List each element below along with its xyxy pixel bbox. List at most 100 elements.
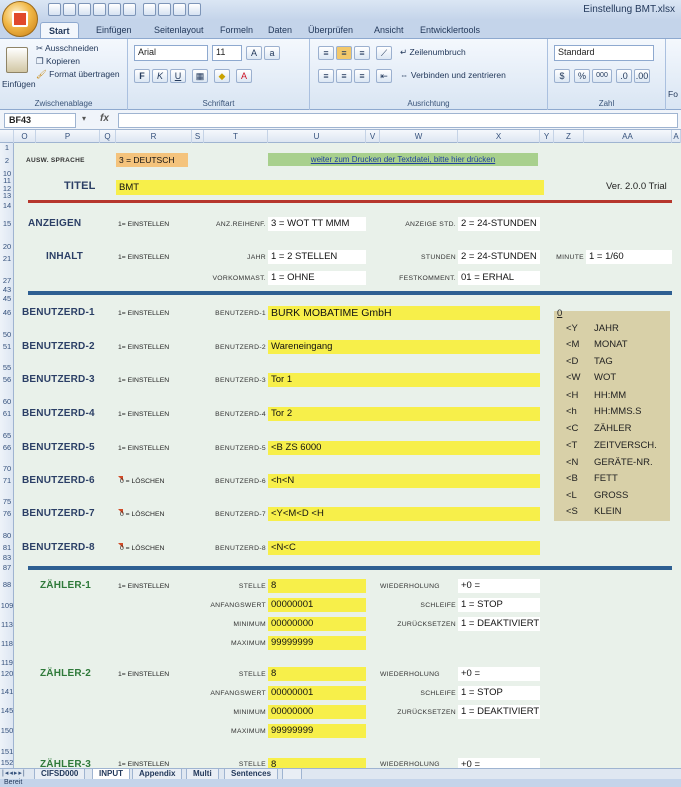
- benutzer-mode[interactable]: 0 = LÖSCHEN: [120, 545, 164, 552]
- festkomma-value[interactable]: 01 = ERHAL: [458, 271, 540, 285]
- language-select[interactable]: 3 = DEUTSCH: [116, 153, 188, 167]
- row-header[interactable]: 71: [0, 476, 14, 485]
- increase-decimal-icon[interactable]: .00: [634, 69, 650, 83]
- tab-ansicht[interactable]: Ansicht: [366, 22, 412, 38]
- row-header[interactable]: 21: [0, 254, 14, 263]
- row-header[interactable]: 1: [0, 143, 14, 152]
- row-header[interactable]: 151: [0, 747, 14, 756]
- font-name-select[interactable]: Arial: [134, 45, 208, 61]
- name-box[interactable]: BF43: [4, 113, 76, 128]
- minimum-value[interactable]: 00000000: [268, 617, 366, 631]
- benutzer-mode[interactable]: 1= EINSTELLEN: [118, 344, 169, 351]
- font-size-select[interactable]: 11: [212, 45, 242, 61]
- column-header[interactable]: S: [192, 130, 204, 143]
- name-box-dropdown-icon[interactable]: ▾: [82, 114, 86, 123]
- anzeige-std-value[interactable]: 2 = 24-STUNDEN: [458, 217, 540, 231]
- column-header[interactable]: P: [36, 130, 100, 143]
- minimum-value[interactable]: 00000000: [268, 705, 366, 719]
- align-right-icon[interactable]: ≡: [354, 69, 370, 83]
- align-top-icon[interactable]: ≡: [318, 46, 334, 60]
- reihenfolge-value[interactable]: 3 = WOT TT MMM: [268, 217, 366, 231]
- row-header[interactable]: 83: [0, 553, 14, 562]
- format-painter-button[interactable]: 🖌 Format übertragen: [36, 69, 120, 80]
- row-header[interactable]: 81: [0, 543, 14, 552]
- row-header[interactable]: 109: [0, 601, 14, 610]
- percent-button[interactable]: %: [574, 69, 590, 83]
- row-header[interactable]: 50: [0, 330, 14, 339]
- number-format-select[interactable]: Standard: [554, 45, 654, 61]
- print-link[interactable]: weiter zum Drucken der Textdatei, bitte …: [268, 153, 538, 166]
- column-header[interactable]: U: [268, 130, 366, 143]
- schleife-value[interactable]: 1 = STOP: [458, 686, 540, 700]
- anzeigen-mode[interactable]: 1= EINSTELLEN: [118, 221, 169, 228]
- grow-font-icon[interactable]: A: [246, 46, 262, 60]
- align-left-icon[interactable]: ≡: [318, 69, 334, 83]
- row-header[interactable]: 13: [0, 191, 14, 200]
- column-header[interactable]: R: [116, 130, 192, 143]
- inhalt-mode[interactable]: 1= EINSTELLEN: [118, 254, 169, 261]
- benutzer-value[interactable]: Wareneingang: [268, 340, 540, 354]
- paste-button[interactable]: Einfügen: [2, 79, 36, 89]
- row-header[interactable]: 118: [0, 639, 14, 648]
- row-header[interactable]: 152: [0, 758, 14, 767]
- row-header[interactable]: 65: [0, 431, 14, 440]
- tab-entwicklertools[interactable]: Entwicklertools: [412, 22, 488, 38]
- wiederholung-value[interactable]: +0 =: [458, 579, 540, 593]
- wiederholung-value[interactable]: +0 =: [458, 758, 540, 768]
- qat-save-icon[interactable]: [78, 3, 91, 16]
- formula-input[interactable]: [118, 113, 678, 128]
- worksheet-grid[interactable]: 1 2 10 11 12 13 14 15 20 21 27 43 45 46 …: [0, 143, 681, 768]
- zaehler-mode[interactable]: 1= EINSTELLEN: [118, 583, 169, 590]
- zuruecksetzen-value[interactable]: 1 = DEAKTIVIERT: [458, 705, 540, 719]
- zuruecksetzen-value[interactable]: 1 = DEAKTIVIERT: [458, 617, 540, 631]
- column-header[interactable]: A: [672, 130, 681, 143]
- benutzer-mode[interactable]: 0 = LÖSCHEN: [120, 511, 164, 518]
- align-bottom-icon[interactable]: ≡: [354, 46, 370, 60]
- qat-redo-icon[interactable]: [123, 3, 136, 16]
- row-header[interactable]: 27: [0, 276, 14, 285]
- maximum-value[interactable]: 99999999: [268, 724, 366, 738]
- select-all-corner[interactable]: [0, 130, 14, 143]
- row-header[interactable]: 55: [0, 363, 14, 372]
- zaehler-mode[interactable]: 1= EINSTELLEN: [118, 671, 169, 678]
- column-header[interactable]: T: [204, 130, 268, 143]
- jahr-value[interactable]: 1 = 2 STELLEN: [268, 250, 366, 264]
- font-color-icon[interactable]: A: [236, 69, 252, 83]
- decrease-decimal-icon[interactable]: .0: [616, 69, 632, 83]
- row-header[interactable]: 76: [0, 509, 14, 518]
- column-header[interactable]: Z: [554, 130, 584, 143]
- tab-ueberpruefen[interactable]: Überprüfen: [300, 22, 361, 38]
- benutzer-value[interactable]: <N<C: [268, 541, 540, 555]
- benutzer-mode[interactable]: 0 = LÖSCHEN: [120, 478, 164, 485]
- stunden-value[interactable]: 2 = 24-STUNDEN: [458, 250, 540, 264]
- cut-button[interactable]: ✂ Ausschneiden: [36, 43, 98, 54]
- column-header[interactable]: Y: [540, 130, 554, 143]
- row-header[interactable]: 14: [0, 201, 14, 210]
- qat-preview-icon[interactable]: [173, 3, 186, 16]
- indent-icon[interactable]: ⇤: [376, 69, 392, 83]
- anfangswert-value[interactable]: 00000001: [268, 686, 366, 700]
- currency-icon[interactable]: $: [554, 69, 570, 83]
- tab-start[interactable]: Start: [40, 22, 79, 38]
- row-header[interactable]: 45: [0, 294, 14, 303]
- row-header[interactable]: 51: [0, 342, 14, 351]
- qat-sort-icon[interactable]: [143, 3, 156, 16]
- row-header[interactable]: 87: [0, 563, 14, 572]
- tab-formeln[interactable]: Formeln: [212, 22, 261, 38]
- column-header[interactable]: V: [366, 130, 380, 143]
- qat-filter-icon[interactable]: [158, 3, 171, 16]
- benutzer-value[interactable]: Tor 2: [268, 407, 540, 421]
- row-header[interactable]: 75: [0, 497, 14, 506]
- align-center-icon[interactable]: ≡: [336, 69, 352, 83]
- qat-folder-icon[interactable]: [188, 3, 201, 16]
- benutzer-mode[interactable]: 1= EINSTELLEN: [118, 377, 169, 384]
- row-header[interactable]: 61: [0, 409, 14, 418]
- minute-value[interactable]: 1 = 1/60: [586, 250, 672, 264]
- row-header[interactable]: 2: [0, 156, 14, 165]
- column-header[interactable]: W: [380, 130, 458, 143]
- tab-seitenlayout[interactable]: Seitenlayout: [146, 22, 212, 38]
- vorkomma-value[interactable]: 1 = OHNE: [268, 271, 366, 285]
- qat-undo-icon[interactable]: [108, 3, 121, 16]
- zaehler-mode[interactable]: 1= EINSTELLEN: [118, 761, 169, 768]
- row-header[interactable]: 66: [0, 443, 14, 452]
